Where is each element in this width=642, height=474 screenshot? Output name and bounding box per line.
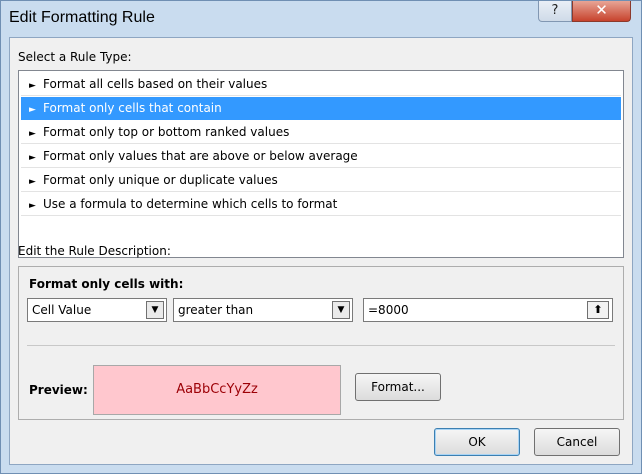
bullet-arrow-icon: ► [29,105,36,115]
operator-value: greater than [178,303,254,317]
cancel-button[interactable]: Cancel [534,428,620,456]
bullet-arrow-icon: ► [29,153,36,163]
preview-text: AaBbCcYyZz [176,382,258,397]
rule-type-item-label: Format only unique or duplicate values [43,173,278,187]
rule-type-item[interactable]: ► Format only values that are above or be… [21,145,621,168]
rule-type-item-label: Format only values that are above or bel… [43,149,358,163]
bullet-arrow-icon: ► [29,201,36,211]
rule-type-item-label: Format only top or bottom ranked values [43,125,290,139]
value-input-text: =8000 [368,303,409,317]
ok-button-label: OK [468,435,486,449]
dialog-body: Select a Rule Type: ► Format all cells ba… [9,37,633,465]
help-icon: ? [551,3,559,18]
format-button-label: Format... [371,380,425,394]
rule-type-item-selected[interactable]: ► Format only cells that contain [21,97,621,120]
condition-type-dropdown[interactable]: Cell Value ▼ [27,298,167,322]
format-button[interactable]: Format... [355,373,441,401]
close-button[interactable]: ✕ [572,1,631,22]
chevron-down-icon[interactable]: ▼ [146,301,164,319]
rule-type-list[interactable]: ► Format all cells based on their values … [18,70,624,258]
cancel-button-label: Cancel [556,435,598,449]
dialog-title: Edit Formatting Rule [9,9,155,26]
rule-type-item[interactable]: ► Format only top or bottom ranked values [21,121,621,144]
rule-type-item[interactable]: ► Format only unique or duplicate values [21,169,621,192]
collapse-dialog-icon[interactable]: ⬆ [587,301,609,319]
title-bar[interactable]: Edit Formatting Rule ? ✕ [1,1,641,37]
divider [27,345,615,346]
rule-type-item-label: Format only cells that contain [43,101,222,115]
rule-type-label: Select a Rule Type: [18,50,132,64]
preview-label: Preview: [29,383,88,397]
rule-type-item-label: Use a formula to determine which cells t… [43,197,338,211]
rule-description-panel: Format only cells with: Cell Value ▼ gre… [18,266,624,420]
rule-type-item[interactable]: ► Use a formula to determine which cells … [21,193,621,216]
chevron-down-icon[interactable]: ▼ [332,301,350,319]
bullet-arrow-icon: ► [29,177,36,187]
preview-sample: AaBbCcYyZz [93,365,341,415]
edit-formatting-rule-dialog: Edit Formatting Rule ? ✕ Select a Rule T… [0,0,642,474]
bullet-arrow-icon: ► [29,81,36,91]
rule-description-label: Edit the Rule Description: [18,244,171,258]
condition-heading: Format only cells with: [29,277,184,291]
operator-dropdown[interactable]: greater than ▼ [173,298,353,322]
close-icon: ✕ [595,1,608,19]
bullet-arrow-icon: ► [29,129,36,139]
rule-type-item[interactable]: ► Format all cells based on their values [21,73,621,96]
help-button[interactable]: ? [538,1,572,22]
condition-type-value: Cell Value [32,303,92,317]
ok-button[interactable]: OK [434,428,520,456]
rule-type-item-label: Format all cells based on their values [43,77,268,91]
value-input[interactable]: =8000 ⬆ [363,298,613,322]
